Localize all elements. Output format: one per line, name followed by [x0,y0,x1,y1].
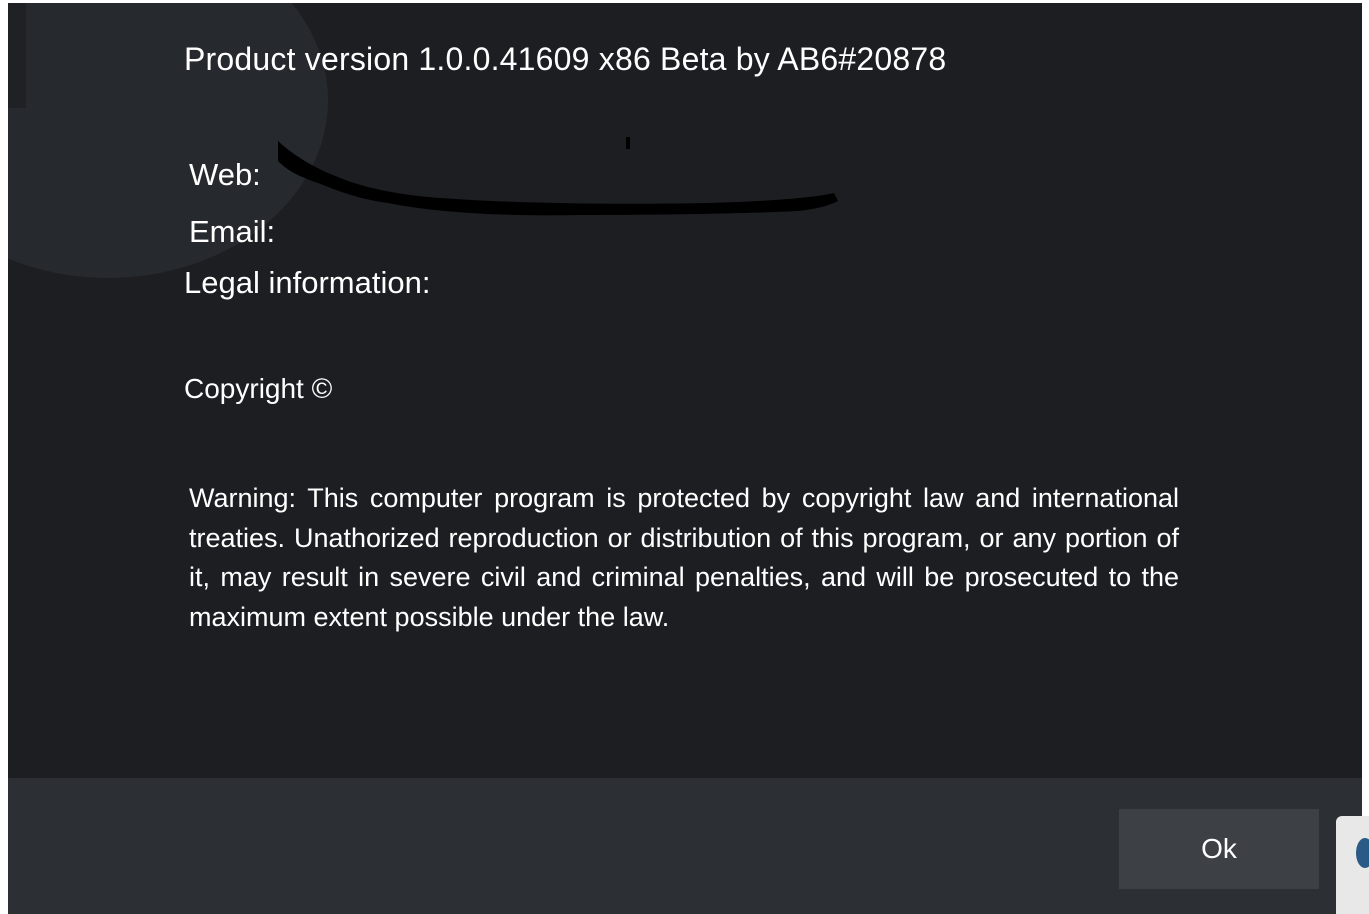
about-dialog: Product version 1.0.0.41609 x86 Beta by … [8,3,1362,914]
warning-text: Warning: This computer program is protec… [189,483,1179,632]
redaction-mark [278,137,838,216]
email-label: Email: [189,214,276,249]
legal-information-label: Legal information: [184,265,431,300]
background-window-edge [1336,816,1369,914]
copyright-text: Copyright © [184,373,333,404]
background-window-icon [1356,838,1369,868]
dialog-content: Product version 1.0.0.41609 x86 Beta by … [8,3,1362,778]
product-version-text: Product version 1.0.0.41609 x86 Beta by … [184,41,947,77]
ok-button[interactable]: Ok [1119,809,1319,889]
web-label: Web: [189,157,261,192]
dialog-footer: Ok [8,778,1362,914]
